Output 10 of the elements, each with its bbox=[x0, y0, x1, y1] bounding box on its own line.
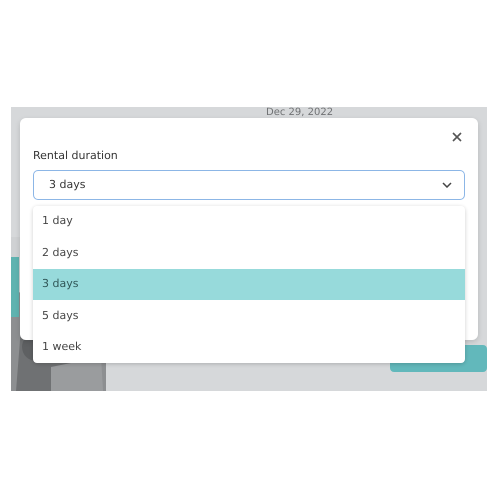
duration-select[interactable]: 3 days bbox=[33, 170, 465, 200]
date-text: Dec 29, 2022 bbox=[266, 107, 334, 118]
dropdown-option[interactable]: 5 days bbox=[33, 300, 465, 332]
dropdown-option[interactable]: 1 week bbox=[33, 332, 465, 363]
dropdown-option[interactable]: 2 days bbox=[33, 237, 465, 269]
dropdown-option[interactable]: 1 day bbox=[33, 206, 465, 238]
chevron-icon bbox=[442, 182, 452, 188]
dropdown-option[interactable]: 3 days bbox=[33, 268, 465, 300]
field-label: Rental duration bbox=[33, 148, 118, 164]
close-icon[interactable] bbox=[452, 132, 462, 142]
